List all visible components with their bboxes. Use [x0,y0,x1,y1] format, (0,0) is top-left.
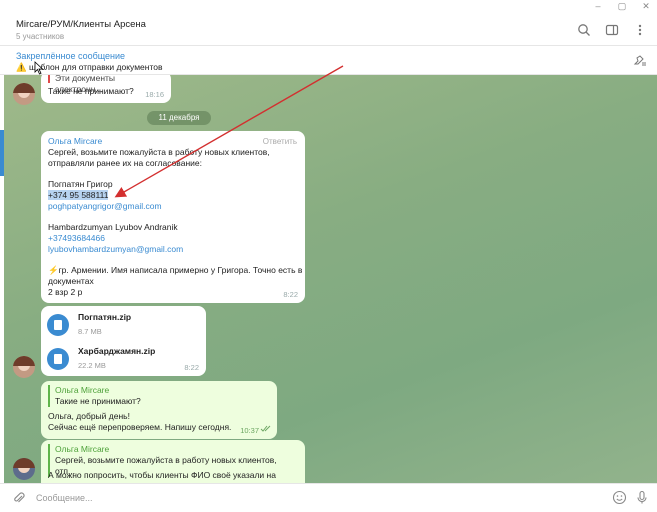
message-bubble[interactable]: Ольга Mircare Ответить Сергей, возьмите … [41,131,305,303]
file-name: Погпатян.zip [78,312,132,322]
message-line: документах [48,276,94,286]
pin-list-icon[interactable] [633,55,647,67]
window-titlebar: – ▢ ✕ [0,0,657,14]
outgoing-message-bubble[interactable]: Ольга Mircare Сергей, возьмите пожалуйст… [41,440,305,483]
message-line: Сейчас ещё перепроверяем. Напишу сегодня… [48,422,232,432]
message-line: А можно попросить, чтобы клиенты ФИО сво… [48,470,276,480]
reply-button[interactable]: Ответить [263,136,297,147]
file-size: 22.2 MB [78,361,106,370]
file-attachment[interactable]: Харбарджамян.zip 22.2 MB [47,346,155,371]
quote-text: Такие не принимают? [55,396,141,406]
more-menu-icon[interactable] [633,23,647,37]
pinned-title: Закреплённое сообщение [16,51,126,61]
message-line: Hambardzumyan Lyubov Andranik [48,222,178,232]
avatar[interactable] [13,356,35,378]
message-input[interactable] [36,491,576,505]
search-icon[interactable] [577,23,591,37]
file-attachment[interactable]: Погпатян.zip 8.7 MB [47,312,131,337]
message-line: отправляли ранее их на согласование: [48,158,202,168]
outgoing-message-bubble[interactable]: Ольга Mircare Такие не принимают? Ольга,… [41,381,277,439]
email-link[interactable]: poghpatyangrigor@gmail.com [48,201,303,212]
message-body: Ольга, добрый день! Сейчас ещё перепрове… [48,411,231,433]
file-name: Харбарджамян.zip [78,346,156,356]
message-line: Сергей, возьмите пожалуйста в работу нов… [48,147,270,157]
message-line: Погпатян Григор [48,179,113,189]
file-icon[interactable] [47,313,69,336]
chat-header[interactable]: Mircare/РУМ/Клиенты Арсена 5 участников [0,14,657,46]
message-time: 10:37 [240,426,259,435]
reply-quote[interactable]: Ольга Mircare Такие не принимают? [48,385,268,407]
message-line: 2 взр 2 р [48,287,83,297]
pinned-message-bar[interactable]: Закреплённое сообщение ⚠️ шаблон для отп… [0,47,657,75]
file-icon[interactable] [47,347,69,370]
restore-button[interactable]: ▢ [617,1,627,12]
chat-history[interactable]: Эти документы электронн... Такие не прин… [4,75,657,483]
avatar[interactable] [13,458,35,480]
chat-title: Mircare/РУМ/Клиенты Арсена [16,19,146,30]
message-line: Ольга, добрый день! [48,411,130,421]
phone-link[interactable]: +37493684466 [48,233,303,244]
files-bubble[interactable]: Погпатян.zip 8.7 MB Харбарджамян.zip 22.… [41,306,206,376]
sender-name[interactable]: Ольга Mircare [48,136,102,147]
paperclip-icon[interactable] [12,491,26,505]
reply-quote[interactable]: Эти документы электронн... [48,75,164,94]
quote-sender: Ольга Mircare [55,444,110,454]
message-composer [0,483,657,512]
message-time: 8:22 [184,363,199,372]
message-time: 18:16 [145,90,164,99]
chat-members-count: 5 участников [16,32,65,41]
mouse-cursor-icon [34,61,44,75]
quote-sender: Ольга Mircare [55,385,110,395]
file-size: 8.7 MB [78,327,102,336]
sidebar-toggle-icon[interactable] [605,23,619,37]
avatar[interactable] [13,83,35,105]
message-line: ⚡гр. Армении. Имя написала примерно у Гр… [48,265,303,275]
message-time: 8:22 [283,290,298,299]
emoji-icon[interactable] [612,490,627,505]
header-actions [577,23,647,37]
microphone-icon[interactable] [635,490,649,505]
window-controls: – ▢ ✕ [593,1,651,12]
minimize-button[interactable]: – [593,1,603,12]
message-body: Сергей, возьмите пожалуйста в работу нов… [48,147,303,298]
email-link[interactable]: lyubovhambardzumyan@gmail.com [48,244,303,255]
message-bubble[interactable]: Эти документы электронн... Такие не прин… [41,75,171,103]
double-check-icon [260,425,272,436]
close-button[interactable]: ✕ [641,1,651,12]
phone-number[interactable]: +374 95 588111 [48,190,109,200]
message-text: Такие не принимают? [48,86,134,96]
date-separator: 11 декабря [147,111,211,125]
